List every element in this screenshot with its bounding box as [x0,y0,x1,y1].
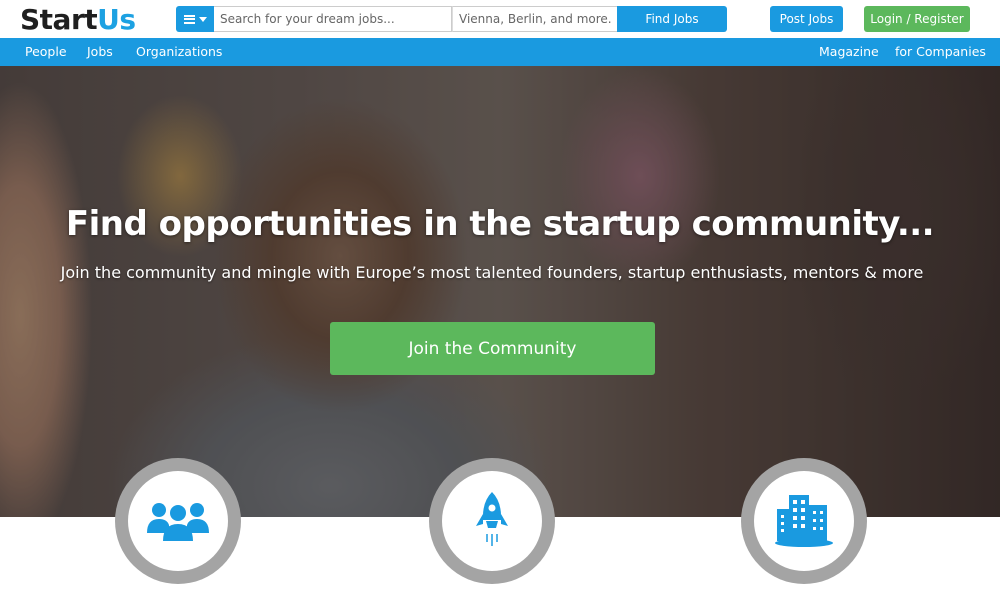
logo-text-start: Start [20,3,98,36]
join-community-button[interactable]: Join the Community [330,322,655,375]
people-group-icon [147,503,209,541]
hero-subtitle: Join the community and mingle with Europ… [60,263,924,282]
feature-startups-circle[interactable] [429,458,555,584]
location-input[interactable] [452,6,618,32]
search-category-dropdown[interactable] [176,6,214,32]
nav-item-magazine[interactable]: Magazine [819,38,879,66]
nav-item-people[interactable]: People [25,38,67,66]
login-register-button[interactable]: Login / Register [864,6,970,32]
job-search-input[interactable] [214,6,452,32]
rocket-icon [476,492,508,546]
hero-banner: Find opportunities in the startup commun… [0,66,1000,517]
nav-item-jobs[interactable]: Jobs [87,38,113,66]
startus-logo[interactable]: StartUs [20,3,136,36]
feature-organizations-circle[interactable] [741,458,867,584]
nav-item-organizations[interactable]: Organizations [136,38,222,66]
logo-text-us: Us [97,3,136,36]
caret-down-icon [198,16,207,22]
hero-title: Find opportunities in the startup commun… [65,204,935,244]
hamburger-icon [183,14,195,24]
main-nav: People Jobs Organizations Magazine for C… [0,38,1000,66]
post-jobs-button[interactable]: Post Jobs [770,6,843,32]
feature-people-circle[interactable] [115,458,241,584]
top-header: StartUs Find Jobs Post Jobs Login / Regi… [0,0,1000,38]
buildings-icon [775,495,833,547]
nav-item-for-companies[interactable]: for Companies [895,38,986,66]
find-jobs-button[interactable]: Find Jobs [617,6,727,32]
